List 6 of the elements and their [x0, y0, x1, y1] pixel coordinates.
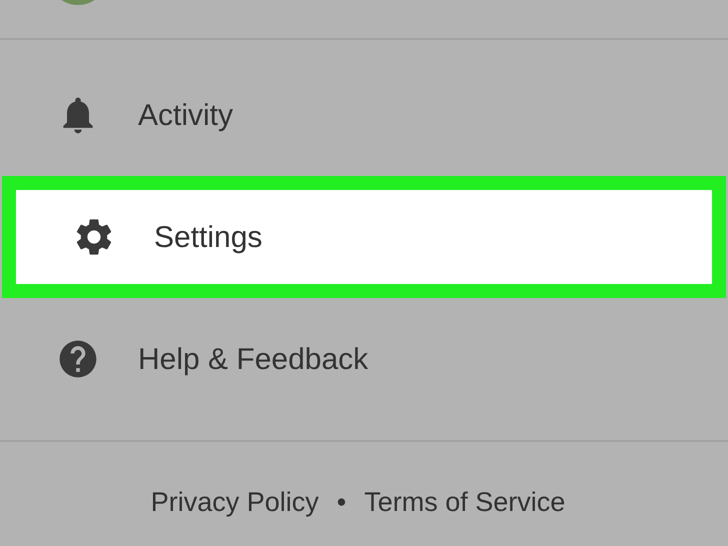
menu-item[interactable]: Settings: [2, 176, 726, 298]
separator-dot: •: [336, 486, 346, 519]
privacy-policy-link[interactable]: Privacy Policy: [150, 482, 319, 522]
menu-item[interactable]: Help & Feedback: [0, 298, 728, 420]
menu-item[interactable]: Activity: [0, 54, 728, 176]
terms-of-service-link[interactable]: Terms of Service: [364, 482, 566, 522]
